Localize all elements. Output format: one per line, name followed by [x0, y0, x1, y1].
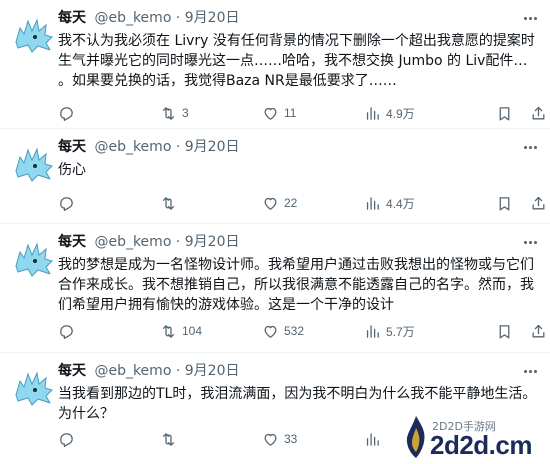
- reply-icon: [60, 432, 73, 447]
- bookmark-icon: [499, 106, 510, 121]
- tweet-2[interactable]: 每天 @eb_kemo · 9月20日 伤心 22 4.4万: [0, 129, 550, 224]
- timestamp[interactable]: 9月20日: [185, 139, 240, 155]
- avatar[interactable]: [10, 141, 56, 187]
- display-name[interactable]: 每天: [58, 10, 86, 26]
- tweet-header: 每天 @eb_kemo · 9月20日: [58, 233, 239, 251]
- share-icon: [532, 106, 545, 119]
- user-handle[interactable]: @eb_kemo: [94, 363, 171, 379]
- bookmark-button[interactable]: [496, 321, 513, 341]
- reply-icon: [60, 324, 73, 339]
- bookmark-button[interactable]: [496, 193, 513, 213]
- reply-icon: [60, 106, 73, 121]
- reply-button[interactable]: [58, 429, 80, 449]
- tweet-header: 每天 @eb_kemo · 9月20日: [58, 9, 239, 27]
- reply-button[interactable]: [58, 193, 80, 213]
- retweet-button[interactable]: 104: [160, 321, 202, 341]
- timestamp[interactable]: 9月20日: [185, 234, 240, 250]
- heart-icon: [264, 107, 277, 120]
- user-handle[interactable]: @eb_kemo: [94, 10, 171, 26]
- tweet-actions: 22 4.4万: [58, 193, 548, 213]
- dragon-avatar-icon: [15, 18, 53, 53]
- like-count: 22: [284, 196, 298, 210]
- separator-dot: ·: [175, 10, 181, 26]
- site-watermark: 2D2D手游网 2d2d.cm: [400, 412, 550, 464]
- separator-dot: ·: [175, 234, 181, 250]
- views-button[interactable]: [364, 429, 386, 449]
- user-handle[interactable]: @eb_kemo: [94, 139, 171, 155]
- retweet-count: 104: [182, 324, 203, 338]
- tweet-text: 伤心: [58, 162, 86, 178]
- view-count: 4.9万: [386, 106, 415, 121]
- bar-chart-icon: [366, 106, 379, 120]
- dragon-avatar-icon: [15, 147, 53, 182]
- avatar[interactable]: [10, 12, 56, 58]
- retweet-icon: [162, 196, 175, 210]
- views-button[interactable]: 4.4万: [364, 193, 415, 213]
- like-button[interactable]: 532: [262, 321, 304, 341]
- reply-button[interactable]: [58, 321, 80, 341]
- separator-dot: ·: [175, 139, 181, 155]
- bookmark-icon: [499, 196, 510, 211]
- bar-chart-icon: [366, 432, 379, 446]
- retweet-count: 3: [182, 106, 189, 120]
- tweet-header: 每天 @eb_kemo · 9月20日: [58, 138, 239, 156]
- more-options-icon[interactable]: [520, 363, 540, 379]
- tweet-text: 我不认为我必须在 Livry 没有任何背景的情况下删除一个超出我意愿的提案时生气…: [58, 33, 535, 89]
- tweet-actions: 104 532 5.7万: [58, 321, 548, 341]
- bar-chart-icon: [366, 196, 379, 210]
- share-button[interactable]: [530, 103, 547, 123]
- reply-button[interactable]: [58, 103, 80, 123]
- view-count: 5.7万: [386, 324, 415, 339]
- like-button[interactable]: 22: [262, 193, 297, 213]
- bar-chart-icon: [366, 324, 379, 338]
- retweet-icon: [162, 106, 175, 120]
- views-button[interactable]: 5.7万: [364, 321, 415, 341]
- reply-icon: [60, 196, 73, 211]
- like-button[interactable]: 33: [262, 429, 297, 449]
- heart-icon: [264, 325, 277, 338]
- share-icon: [532, 196, 545, 209]
- retweet-icon: [162, 324, 175, 338]
- more-options-icon[interactable]: [520, 234, 540, 250]
- timestamp[interactable]: 9月20日: [185, 363, 240, 379]
- timestamp[interactable]: 9月20日: [185, 10, 240, 26]
- separator-dot: ·: [175, 363, 181, 379]
- tweet-text: 我的梦想是成为一名怪物设计师。我希望用户通过击败我想出的怪物或与它们合作来成长。…: [58, 257, 534, 313]
- view-count: 4.4万: [386, 196, 415, 211]
- user-handle[interactable]: @eb_kemo: [94, 234, 171, 250]
- tweet-header: 每天 @eb_kemo · 9月20日: [58, 362, 239, 380]
- avatar[interactable]: [10, 365, 56, 411]
- tweet-actions: 3 11 4.9万: [58, 103, 548, 123]
- views-button[interactable]: 4.9万: [364, 103, 415, 123]
- heart-icon: [264, 197, 277, 210]
- retweet-button[interactable]: 3: [160, 103, 189, 123]
- display-name[interactable]: 每天: [58, 363, 86, 379]
- tweet-1[interactable]: 每天 @eb_kemo · 9月20日 我不认为我必须在 Livry 没有任何背…: [0, 0, 550, 129]
- display-name[interactable]: 每天: [58, 139, 86, 155]
- watermark-domain: 2d2d.cm: [430, 430, 533, 460]
- retweet-icon: [162, 432, 175, 446]
- more-options-icon[interactable]: [520, 139, 540, 155]
- bookmark-button[interactable]: [496, 103, 513, 123]
- more-options-icon[interactable]: [520, 10, 540, 26]
- like-button[interactable]: 11: [262, 103, 296, 123]
- avatar[interactable]: [10, 236, 56, 282]
- display-name[interactable]: 每天: [58, 234, 86, 250]
- bookmark-icon: [499, 324, 510, 339]
- flame-logo-icon: [406, 416, 425, 458]
- retweet-button[interactable]: [160, 193, 182, 213]
- share-button[interactable]: [530, 193, 547, 213]
- share-button[interactable]: [530, 321, 547, 341]
- like-count: 33: [284, 432, 298, 446]
- dragon-avatar-icon: [15, 242, 53, 277]
- like-count: 11: [284, 106, 297, 120]
- tweet-3[interactable]: 每天 @eb_kemo · 9月20日 我的梦想是成为一名怪物设计师。我希望用户…: [0, 224, 550, 353]
- heart-icon: [264, 433, 277, 446]
- retweet-button[interactable]: [160, 429, 182, 449]
- share-icon: [532, 324, 545, 337]
- dragon-avatar-icon: [15, 371, 53, 406]
- like-count: 532: [284, 324, 305, 338]
